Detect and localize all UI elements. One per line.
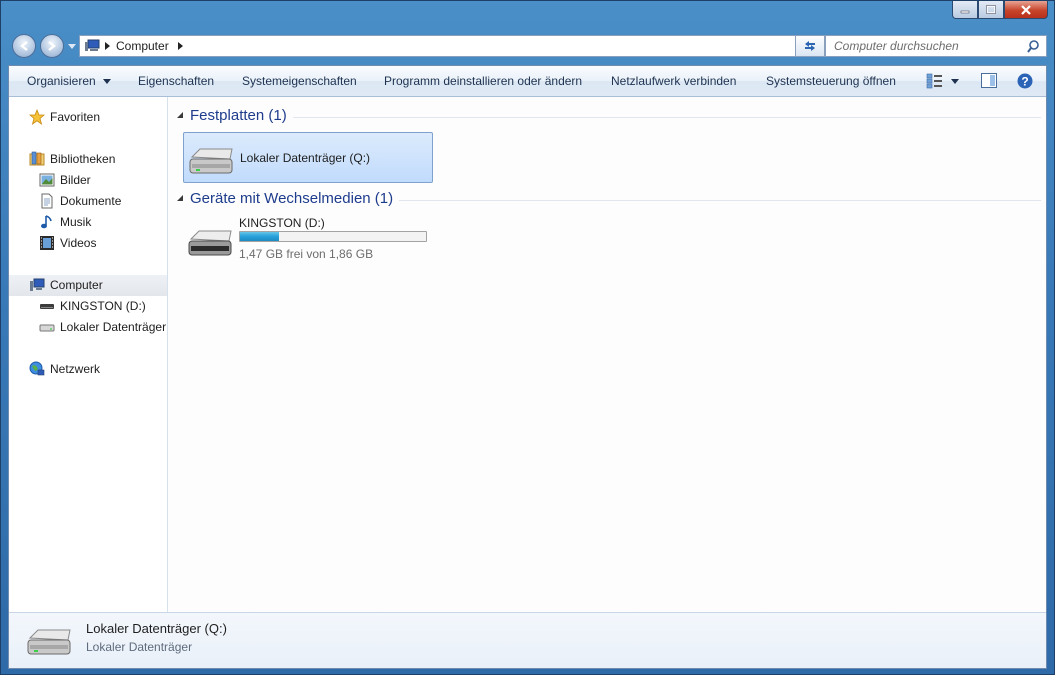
forward-button[interactable] — [40, 34, 64, 58]
breadcrumb-computer[interactable]: Computer — [116, 39, 169, 53]
address-bar[interactable]: Computer — [79, 35, 825, 57]
usb-drive-icon — [40, 304, 54, 309]
sidebar-item-videos[interactable]: Videos — [9, 233, 167, 254]
search-icon[interactable] — [1027, 40, 1040, 53]
details-subtitle: Lokaler Datenträger — [86, 640, 193, 654]
video-film-icon — [40, 236, 54, 250]
back-button[interactable] — [12, 34, 36, 58]
close-button[interactable] — [1004, 1, 1048, 19]
pictures-label: Bilder — [60, 173, 91, 187]
caption-buttons — [952, 1, 1048, 19]
computer-icon — [85, 39, 100, 51]
organize-button[interactable]: Organisieren — [27, 66, 112, 96]
drive-usage-bar — [239, 231, 427, 242]
organize-label: Organisieren — [27, 74, 96, 88]
details-title: Lokaler Datenträger (Q:) — [86, 621, 227, 636]
view-dropdown-icon[interactable] — [951, 79, 959, 84]
sidebar-item-favorites[interactable]: Favoriten — [9, 107, 167, 128]
minimize-button[interactable] — [952, 1, 978, 19]
videos-label: Videos — [60, 236, 97, 250]
documents-label: Dokumente — [60, 194, 122, 208]
group-title-removable[interactable]: Geräte mit Wechselmedien (1) — [190, 190, 393, 208]
system-properties-button[interactable]: Systemeigenschaften — [242, 66, 357, 96]
hard-drive-icon — [189, 148, 233, 174]
group-divider — [293, 117, 1041, 118]
music-label: Musik — [60, 215, 92, 229]
recent-pages-chevron-icon[interactable] — [68, 44, 76, 50]
search-box[interactable]: Computer durchsuchen — [825, 35, 1047, 57]
group-collapse-icon[interactable] — [177, 112, 184, 119]
sidebar-item-local-disk[interactable]: Lokaler Datenträger — [9, 317, 167, 338]
computer-icon — [30, 278, 45, 291]
music-note-icon — [41, 215, 52, 229]
group-collapse-icon[interactable] — [177, 195, 184, 202]
sidebar-item-pictures[interactable]: Bilder — [9, 170, 167, 191]
local-disk-label: Lokaler Datenträger — [60, 320, 167, 334]
navigation-row: Computer Computer durchsuchen — [9, 33, 1047, 61]
maximize-button[interactable] — [978, 1, 1004, 19]
favorites-label: Favoriten — [50, 110, 101, 124]
drive-name-kingston: KINGSTON (D:) — [239, 216, 325, 230]
drive-usage-fill — [240, 232, 280, 241]
drive-tile-kingston-d[interactable]: KINGSTON (D:) 1,47 GB frei von 1,86 GB — [183, 215, 433, 266]
refresh-icon — [805, 41, 815, 51]
svg-text:?: ? — [1021, 75, 1028, 89]
drive-name-local-disk: Lokaler Datenträger (Q:) — [240, 151, 371, 165]
sidebar-item-music[interactable]: Musik — [9, 212, 167, 233]
libraries-icon — [29, 151, 45, 166]
properties-button[interactable]: Eigenschaften — [138, 66, 214, 96]
search-placeholder: Computer durchsuchen — [834, 39, 959, 53]
documents-icon — [41, 193, 53, 209]
sidebar-item-libraries[interactable]: Bibliotheken — [9, 149, 167, 170]
arrow-right-icon — [48, 41, 56, 51]
sidebar-item-network[interactable]: Netzwerk — [9, 359, 167, 380]
maximize-icon — [986, 5, 996, 14]
navigation-pane: Favoriten Bibliotheken Bilder Dokumente … — [9, 97, 168, 613]
usb-drive-icon — [188, 230, 232, 256]
hard-drive-icon — [39, 324, 55, 332]
computer-label: Computer — [50, 278, 103, 292]
command-bar: Organisieren Eigenschaften Systemeigensc… — [9, 66, 1046, 97]
drive-free-space: 1,47 GB frei von 1,86 GB — [239, 247, 374, 261]
arrow-left-icon — [20, 41, 28, 51]
uninstall-program-button[interactable]: Programm deinstallieren oder ändern — [384, 66, 582, 96]
network-globe-icon — [29, 361, 45, 376]
breadcrumb-separator-icon[interactable] — [105, 42, 111, 50]
preview-pane-icon[interactable] — [981, 73, 997, 88]
libraries-label: Bibliotheken — [50, 152, 116, 166]
map-network-drive-button[interactable]: Netzlaufwerk verbinden — [611, 66, 736, 96]
sidebar-item-kingston[interactable]: KINGSTON (D:) — [9, 296, 167, 317]
group-title-hard-disks[interactable]: Festplatten (1) — [190, 107, 287, 125]
hard-drive-icon — [27, 629, 71, 655]
drive-tile-local-disk-q[interactable]: Lokaler Datenträger (Q:) — [183, 132, 433, 183]
kingston-label: KINGSTON (D:) — [60, 299, 146, 313]
open-control-panel-button[interactable]: Systemsteuerung öffnen — [766, 66, 896, 96]
close-icon — [1021, 4, 1031, 15]
minimize-icon — [960, 10, 970, 13]
network-label: Netzwerk — [50, 362, 101, 376]
sidebar-item-computer[interactable]: Computer — [9, 275, 167, 296]
organize-dropdown-icon — [103, 79, 112, 85]
breadcrumb-chevron-icon[interactable] — [178, 42, 184, 50]
content-pane: Festplatten (1) Lokaler Datenträger (Q:)… — [168, 97, 1046, 613]
group-divider — [399, 200, 1041, 201]
pictures-icon — [39, 173, 55, 187]
client-area: Organisieren Eigenschaften Systemeigensc… — [8, 65, 1047, 669]
refresh-button[interactable] — [795, 35, 825, 57]
details-pane: Lokaler Datenträger (Q:) Lokaler Datentr… — [9, 612, 1046, 668]
view-options-icon[interactable] — [926, 73, 944, 89]
sidebar-item-documents[interactable]: Dokumente — [9, 191, 167, 212]
help-icon[interactable]: ? — [1017, 73, 1033, 89]
star-icon — [29, 109, 45, 125]
explorer-window: Computer Computer durchsuchen Organisier… — [0, 0, 1055, 675]
